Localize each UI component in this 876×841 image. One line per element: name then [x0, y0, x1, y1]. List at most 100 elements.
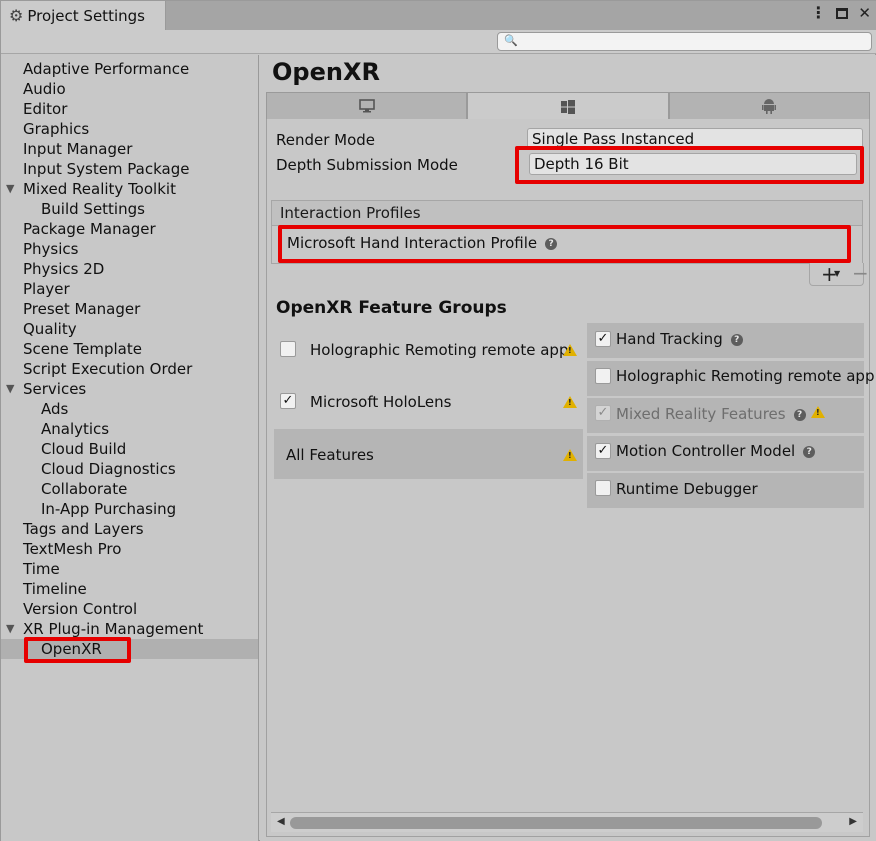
group-label-holographic-remoting[interactable]: Holographic Remoting remote app [310, 341, 568, 359]
depth-submission-mode-label: Depth Submission Mode [276, 156, 458, 174]
sidebar-item-mixed-reality-toolkit[interactable]: ▼ Mixed Reality Toolkit [1, 179, 258, 199]
sidebar-item-physics-2d[interactable]: Physics 2D [1, 259, 258, 279]
sidebar-item-cloud-diagnostics[interactable]: Cloud Diagnostics [1, 459, 258, 479]
interaction-profiles-header: Interaction Profiles [271, 200, 863, 226]
sidebar-item-package-manager[interactable]: Package Manager [1, 219, 258, 239]
sidebar-item-adaptive-performance[interactable]: Adaptive Performance [1, 59, 258, 79]
sidebar-item-label: Quality [23, 320, 77, 338]
warning-icon [563, 396, 577, 408]
platform-tabs [266, 92, 870, 120]
sidebar-item-label: Adaptive Performance [23, 60, 190, 78]
search-input[interactable]: 🔍 [497, 32, 872, 51]
sidebar-item-analytics[interactable]: Analytics [1, 419, 258, 439]
sidebar-item-preset-manager[interactable]: Preset Manager [1, 299, 258, 319]
render-mode-label: Render Mode [276, 131, 376, 149]
sidebar-item-label: Version Control [23, 600, 138, 618]
close-icon[interactable]: ✕ [858, 5, 871, 21]
project-settings-tab[interactable]: ⚙ Project Settings [1, 1, 166, 31]
android-icon [762, 99, 777, 114]
help-icon[interactable]: ? [803, 445, 816, 458]
feature-checkbox-holographic-remoting[interactable] [595, 368, 611, 384]
feature-checkbox-motion-controller[interactable]: ✓ [595, 443, 611, 459]
depth-highlight-box [515, 146, 864, 184]
sidebar-item-scene-template[interactable]: Scene Template [1, 339, 258, 359]
scroll-right-icon[interactable]: ▶ [849, 816, 857, 827]
sidebar-item-audio[interactable]: Audio [1, 79, 258, 99]
help-icon[interactable]: ? [730, 333, 743, 346]
monitor-icon [358, 99, 375, 113]
window-controls: ⋮ ✕ [810, 5, 871, 21]
sidebar-item-time[interactable]: Time [1, 559, 258, 579]
sidebar-item-label: Player [23, 280, 70, 298]
expand-arrow-icon[interactable]: ▼ [6, 619, 14, 639]
sidebar-item-collaborate[interactable]: Collaborate [1, 479, 258, 499]
tab-standalone[interactable] [266, 92, 468, 120]
profile-highlight-box [278, 225, 851, 263]
sidebar-item-textmesh-pro[interactable]: TextMesh Pro [1, 539, 258, 559]
sidebar-item-xr-plug-in-management[interactable]: ▼ XR Plug-in Management [1, 619, 258, 639]
sidebar-item-physics[interactable]: Physics [1, 239, 258, 259]
group-label-all-features[interactable]: All Features [286, 446, 374, 464]
feature-label-hand-tracking: Hand Tracking? [616, 330, 743, 348]
feature-checkbox-runtime-debugger[interactable] [595, 480, 611, 496]
sidebar-item-ads[interactable]: Ads [1, 399, 258, 419]
sidebar-item-in-app-purchasing[interactable]: In-App Purchasing [1, 499, 258, 519]
tab-uwp[interactable] [467, 92, 669, 120]
search-icon: 🔍 [504, 34, 518, 47]
gear-icon: ⚙ [9, 6, 24, 25]
group-label-hololens[interactable]: Microsoft HoloLens [310, 393, 451, 411]
group-checkbox-holographic-remoting[interactable] [280, 341, 296, 357]
sidebar-item-label: XR Plug-in Management [23, 620, 204, 638]
sidebar-item-label: Physics 2D [23, 260, 105, 278]
sidebar-item-tags-and-layers[interactable]: Tags and Layers [1, 519, 258, 539]
sidebar-item-input-system-package[interactable]: Input System Package [1, 159, 258, 179]
sidebar-item-label: Time [23, 560, 60, 578]
sidebar-item-services[interactable]: ▼ Services [1, 379, 258, 399]
feature-label-mixed-reality: Mixed Reality Features? [616, 405, 806, 423]
expand-arrow-icon[interactable]: ▼ [6, 179, 14, 199]
sidebar-item-label: In-App Purchasing [41, 500, 177, 518]
title-bar: ⚙ Project Settings ⋮ ✕ [1, 1, 876, 31]
expand-arrow-icon[interactable]: ▼ [6, 379, 14, 399]
openxr-highlight-box [24, 637, 131, 663]
window-title: Project Settings [27, 7, 145, 25]
sidebar-item-label: Build Settings [41, 200, 145, 218]
sidebar-item-label: Physics [23, 240, 79, 258]
warning-icon [563, 344, 577, 356]
sidebar-item-timeline[interactable]: Timeline [1, 579, 258, 599]
sidebar-item-input-manager[interactable]: Input Manager [1, 139, 258, 159]
add-remove-controls: + ▼ − [809, 261, 869, 286]
sidebar-item-label: Input System Package [23, 160, 190, 178]
sidebar-item-label: Collaborate [41, 480, 128, 498]
sidebar-item-editor[interactable]: Editor [1, 99, 258, 119]
help-icon[interactable]: ? [793, 408, 806, 421]
sidebar-item-label: Mixed Reality Toolkit [23, 180, 176, 198]
feature-checkbox-hand-tracking[interactable]: ✓ [595, 331, 611, 347]
horizontal-scrollbar[interactable]: ◀ ▶ [271, 812, 863, 832]
group-checkbox-hololens[interactable]: ✓ [280, 393, 296, 409]
feature-label-holographic-remoting: Holographic Remoting remote app [616, 367, 875, 385]
sidebar-item-label: Preset Manager [23, 300, 141, 318]
sidebar-item-label: TextMesh Pro [23, 540, 122, 558]
sidebar-item-quality[interactable]: Quality [1, 319, 258, 339]
sidebar-item-version-control[interactable]: Version Control [1, 599, 258, 619]
tab-android[interactable] [668, 92, 870, 120]
sidebar-item-build-settings[interactable]: Build Settings [1, 199, 258, 219]
scrollbar-thumb[interactable] [290, 817, 822, 829]
chevron-down-icon[interactable]: ▼ [834, 269, 840, 278]
search-row: 🔍 [1, 30, 876, 54]
sidebar-item-label: Audio [23, 80, 66, 98]
sidebar-item-script-execution-order[interactable]: Script Execution Order [1, 359, 258, 379]
more-options-icon[interactable]: ⋮ [810, 5, 826, 21]
maximize-icon[interactable] [836, 7, 849, 19]
project-settings-window: ⚙ Project Settings ⋮ ✕ 🔍 Adaptive Perfor… [0, 0, 876, 841]
scroll-left-icon[interactable]: ◀ [277, 816, 285, 827]
remove-profile-button[interactable]: − [852, 261, 869, 285]
sidebar-item-cloud-build[interactable]: Cloud Build [1, 439, 258, 459]
feature-groups-title: OpenXR Feature Groups [276, 298, 507, 318]
sidebar-item-label: Input Manager [23, 140, 133, 158]
sidebar-item-graphics[interactable]: Graphics [1, 119, 258, 139]
sidebar-item-player[interactable]: Player [1, 279, 258, 299]
feature-label-motion-controller: Motion Controller Model? [616, 442, 816, 460]
sidebar-item-label: Package Manager [23, 220, 156, 238]
